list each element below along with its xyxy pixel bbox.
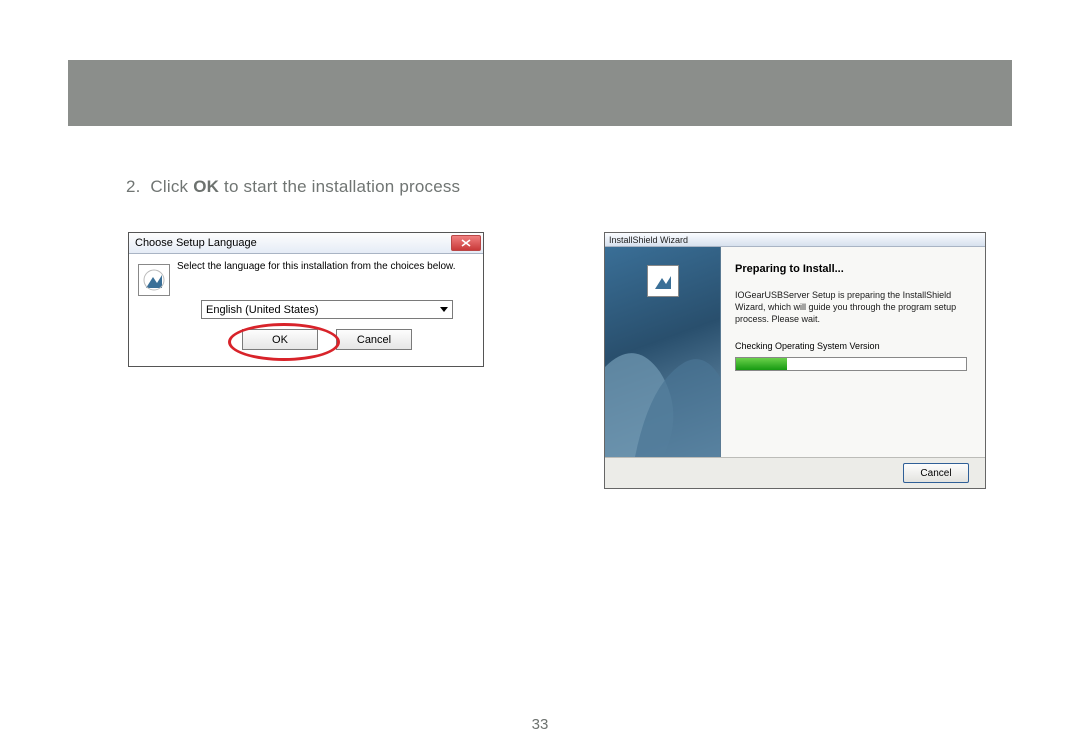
step-instruction: 2. Click OK to start the installation pr… [126, 177, 460, 197]
cancel-button[interactable]: Cancel [336, 329, 412, 350]
chevron-down-icon [436, 301, 452, 318]
close-button[interactable] [451, 235, 481, 251]
dialog-title: Choose Setup Language [135, 237, 257, 249]
installer-icon [647, 265, 679, 297]
wizard-body-text: IOGearUSBServer Setup is preparing the I… [735, 289, 971, 325]
wizard-heading: Preparing to Install... [735, 263, 971, 275]
wizard-cancel-button[interactable]: Cancel [903, 463, 969, 483]
header-bar [68, 60, 1012, 126]
wizard-sidebar [605, 247, 721, 457]
close-icon [461, 239, 471, 247]
dialog-message: Select the language for this installatio… [177, 260, 477, 274]
page-number: 33 [0, 716, 1080, 733]
progress-bar [735, 357, 967, 371]
progress-fill [736, 358, 787, 370]
ok-word: OK [193, 177, 219, 196]
wizard-status: Checking Operating System Version [735, 341, 971, 351]
sidebar-graphic [605, 327, 720, 457]
language-value: English (United States) [206, 304, 319, 316]
installshield-dialog: InstallShield Wizard Prep [604, 232, 986, 489]
step-number: 2. Click [126, 177, 193, 196]
highlight-circle [228, 323, 340, 361]
choose-language-dialog: Choose Setup Language Select the langua [128, 232, 484, 367]
wizard-title: InstallShield Wizard [609, 235, 688, 245]
dialog-titlebar: Choose Setup Language [129, 233, 483, 254]
wizard-titlebar: InstallShield Wizard [605, 233, 985, 247]
installer-icon [138, 264, 170, 296]
language-select[interactable]: English (United States) [201, 300, 453, 319]
step-suffix: to start the installation process [224, 177, 460, 196]
